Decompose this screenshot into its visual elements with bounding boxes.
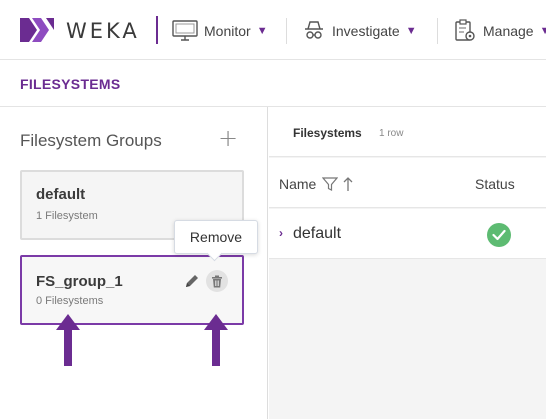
nav-manage-label: Manage [483,23,534,39]
filesystems-panel: Filesystems 1 row Name Status › default [269,107,546,419]
expand-chevron-icon[interactable]: › [279,226,283,240]
weka-logo-icon[interactable] [20,18,54,42]
chevron-down-icon: ▼ [256,25,268,37]
nav-divider [437,18,438,44]
monitor-icon [172,20,198,41]
filesystems-header: Filesystems 1 row [269,107,546,157]
filter-icon[interactable] [322,176,339,192]
brand-name: WEKA [66,19,140,43]
trash-icon [212,275,222,287]
groups-title: Filesystem Groups [20,131,162,150]
nav-manage[interactable]: Manage ▼ [453,18,546,44]
add-group-button[interactable]: + [218,126,238,150]
annotation-arrow-icon [204,314,228,366]
filesystems-title: Filesystems [293,126,362,140]
group-count: 1 Filesystem [36,210,98,222]
filesystem-groups-panel: Filesystem Groups + default 1 Filesystem… [0,107,268,419]
pencil-icon[interactable] [184,273,200,289]
table-row[interactable]: › default [269,209,546,259]
chevron-down-icon: ▼ [539,25,546,37]
page-title: FILESYSTEMS [20,76,121,92]
annotation-arrow-icon [56,314,80,366]
nav-monitor-label: Monitor [204,23,251,39]
column-status[interactable]: Status [475,176,515,192]
sort-ascending-icon[interactable] [342,176,354,192]
clipboard-gear-icon [455,19,475,41]
group-name: default [36,186,86,203]
nav-investigate-label: Investigate [332,23,400,39]
remove-tooltip: Remove [174,220,258,254]
remove-group-button[interactable] [206,270,228,292]
top-nav: WEKA Monitor ▼ Investigate ▼ Manage ▼ [0,0,546,60]
page-header: FILESYSTEMS [0,61,546,107]
nav-divider [286,18,287,44]
nav-divider [156,16,158,44]
nav-monitor[interactable]: Monitor ▼ [172,18,268,44]
group-count: 0 Filesystems [36,295,104,307]
status-ok-icon [487,223,511,247]
nav-investigate[interactable]: Investigate ▼ [302,18,417,44]
filesystem-name: default [293,225,342,242]
group-name: FS_group_1 [36,273,123,290]
table-header: Name Status [269,158,546,208]
detective-icon [305,21,323,39]
column-name-label: Name [279,176,317,192]
column-name[interactable]: Name [279,176,354,192]
row-count: 1 row [379,128,404,139]
chevron-down-icon: ▼ [405,25,417,37]
